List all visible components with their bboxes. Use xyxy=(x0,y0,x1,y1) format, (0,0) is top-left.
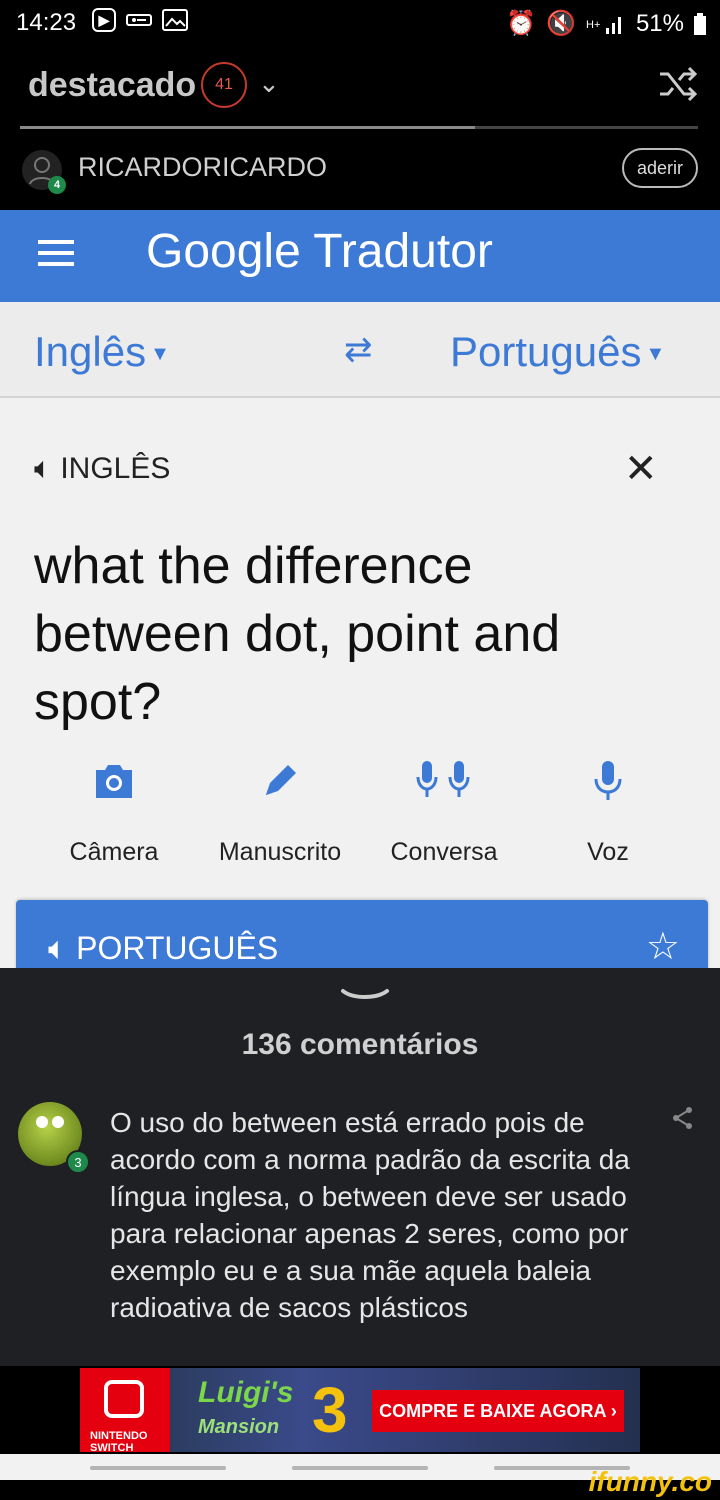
shuffle-icon[interactable] xyxy=(658,66,698,102)
nav-pill-center[interactable] xyxy=(292,1466,428,1470)
speaker-icon: 🔈︎ xyxy=(34,452,52,485)
camera-icon xyxy=(96,765,132,798)
ad-game-title: Luigi's xyxy=(198,1376,294,1409)
tool-handwriting: Manuscrito xyxy=(210,756,350,867)
close-icon: ✕ xyxy=(624,447,658,491)
bottom-strip: ifunny.co xyxy=(0,1466,720,1500)
status-time: 14:23 xyxy=(16,9,77,36)
star-icon: ☆ xyxy=(645,926,680,968)
nintendo-switch-logo: NINTENDO SWITCH xyxy=(80,1368,170,1452)
comment-text: O uso do between está errado pois de aco… xyxy=(110,1107,630,1323)
battery-percent: 51% xyxy=(635,9,684,37)
follow-button[interactable]: aderir xyxy=(622,148,698,188)
svg-text:H+: H+ xyxy=(586,19,600,31)
ad-game-subtitle: Mansion xyxy=(198,1416,280,1438)
swap-languages-icon: ⇄ xyxy=(344,331,373,369)
target-language: Português ▼ xyxy=(450,328,666,375)
tool-camera: Câmera xyxy=(44,756,184,867)
translate-app-title: Google Tradutor xyxy=(146,225,493,278)
menu-icon xyxy=(38,240,74,273)
mute-icon: 🔇 xyxy=(546,10,576,37)
share-icon[interactable] xyxy=(672,1106,694,1130)
author-username[interactable]: RICARDORICARDO xyxy=(78,152,327,183)
ad-cta-button[interactable]: COMPRE E BAIXE AGORA › xyxy=(372,1390,624,1432)
comments-section: 136 comentários 3 O uso do between está … xyxy=(0,968,720,1366)
language-selector-row: Inglês ▼ ⇄ Português ▼ xyxy=(0,302,720,398)
author-level-badge: 4 xyxy=(48,176,66,194)
pen-icon xyxy=(266,765,296,795)
chevron-down-icon[interactable]: ⌄ xyxy=(258,68,280,99)
dual-mic-icon xyxy=(416,761,470,797)
tool-voice: Voz xyxy=(538,756,678,867)
status-bar: 14:23 ▶ ⏰ 🔇 H+ 51% xyxy=(0,0,720,46)
result-language-label: 🔈︎ PORTUGUÊS xyxy=(48,930,279,966)
ad-banner[interactable]: NINTENDO SWITCH Luigi's Mansion 3 COMPRE… xyxy=(0,1366,720,1454)
nav-pill-left[interactable] xyxy=(90,1466,226,1470)
tool-conversation: Conversa xyxy=(374,756,514,867)
gallery-icon xyxy=(162,9,188,31)
play-icon: ▶ xyxy=(92,8,116,32)
translate-app-bar: Google Tradutor xyxy=(0,210,720,302)
feed-title[interactable]: destacado xyxy=(28,66,196,105)
alarm-icon: ⏰ xyxy=(506,10,537,37)
tab-divider xyxy=(20,126,698,129)
ad-game-number: 3 xyxy=(312,1374,348,1446)
source-language-label: 🔈︎ INGLÊS xyxy=(34,452,171,485)
signal-icon: H+ xyxy=(586,16,621,34)
source-language: Inglês ▼ xyxy=(34,328,170,375)
comments-count[interactable]: 136 comentários xyxy=(0,1028,720,1062)
source-text: what the difference between dot, point a… xyxy=(34,537,561,731)
translation-result-card: 🔈︎ PORTUGUÊS ☆ xyxy=(16,900,708,968)
app-header: destacado 41 ⌄ 4 RICARDORICARDO aderir xyxy=(0,46,720,210)
ifunny-watermark: ifunny.co xyxy=(588,1466,712,1497)
mic-icon xyxy=(594,761,622,800)
commenter-level-badge: 3 xyxy=(66,1150,90,1174)
post-image: Google Tradutor Inglês ▼ ⇄ Português ▼ 🔈︎ … xyxy=(0,210,720,968)
battery-icon xyxy=(694,12,706,35)
ad-creative[interactable]: NINTENDO SWITCH Luigi's Mansion 3 COMPRE… xyxy=(80,1368,640,1452)
notification-count-badge[interactable]: 41 xyxy=(201,62,247,108)
key-icon xyxy=(126,14,152,26)
speaker-icon: 🔈︎ xyxy=(48,930,68,966)
expand-chevron-icon[interactable] xyxy=(340,986,390,1006)
